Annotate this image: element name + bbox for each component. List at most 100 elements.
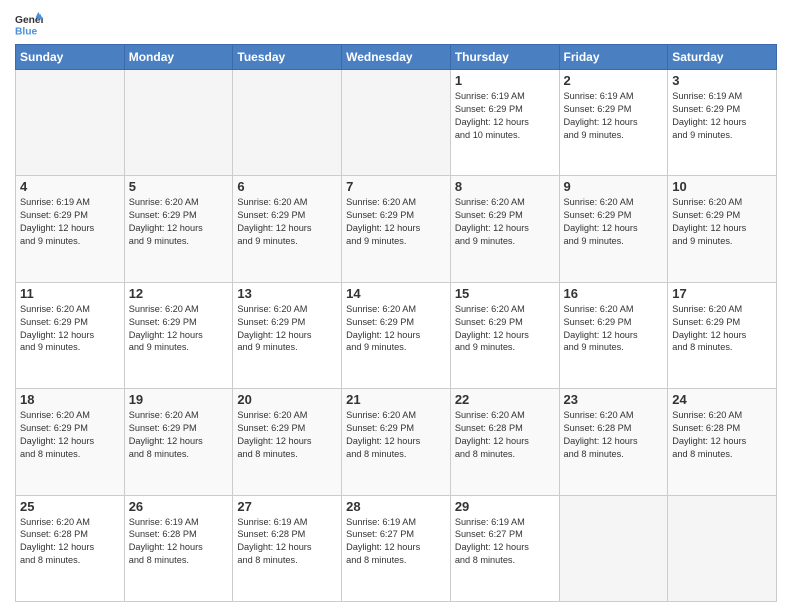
calendar-cell — [16, 70, 125, 176]
day-number: 26 — [129, 499, 229, 514]
calendar-cell: 15 Sunrise: 6:20 AMSunset: 6:29 PMDayligh… — [450, 282, 559, 388]
day-info: Sunrise: 6:20 AMSunset: 6:29 PMDaylight:… — [564, 303, 664, 355]
day-info: Sunrise: 6:20 AMSunset: 6:28 PMDaylight:… — [564, 409, 664, 461]
calendar-header-tuesday: Tuesday — [233, 45, 342, 70]
calendar-cell: 24 Sunrise: 6:20 AMSunset: 6:28 PMDayligh… — [668, 389, 777, 495]
calendar-cell: 7 Sunrise: 6:20 AMSunset: 6:29 PMDaylight… — [342, 176, 451, 282]
calendar-week-1: 1 Sunrise: 6:19 AMSunset: 6:29 PMDaylight… — [16, 70, 777, 176]
calendar-header-sunday: Sunday — [16, 45, 125, 70]
calendar-cell: 17 Sunrise: 6:20 AMSunset: 6:29 PMDayligh… — [668, 282, 777, 388]
calendar-header-row: SundayMondayTuesdayWednesdayThursdayFrid… — [16, 45, 777, 70]
calendar-cell: 13Sunrise: 6:20 AMSunset: 6:29 PMDayligh… — [233, 282, 342, 388]
day-info: Sunrise: 6:20 AMSunset: 6:29 PMDaylight:… — [129, 196, 229, 248]
calendar-cell — [668, 495, 777, 601]
day-number: 18 — [20, 392, 120, 407]
calendar-week-5: 25 Sunrise: 6:20 AMSunset: 6:28 PMDayligh… — [16, 495, 777, 601]
day-number: 28 — [346, 499, 446, 514]
day-number: 1 — [455, 73, 555, 88]
day-number: 15 — [455, 286, 555, 301]
calendar-cell: 20Sunrise: 6:20 AMSunset: 6:29 PMDayligh… — [233, 389, 342, 495]
calendar-cell: 26 Sunrise: 6:19 AMSunset: 6:28 PMDayligh… — [124, 495, 233, 601]
calendar-cell: 12 Sunrise: 6:20 AMSunset: 6:29 PMDayligh… — [124, 282, 233, 388]
calendar-cell — [124, 70, 233, 176]
page: General Blue SundayMondayTuesdayWednesda… — [0, 0, 792, 612]
day-info: Sunrise: 6:20 AMSunset: 6:28 PMDaylight:… — [20, 516, 120, 568]
day-number: 19 — [129, 392, 229, 407]
day-info: Sunrise: 6:20 AMSunset: 6:28 PMDaylight:… — [455, 409, 555, 461]
day-number: 20 — [237, 392, 337, 407]
day-info: Sunrise: 6:20 AMSunset: 6:29 PMDaylight:… — [455, 196, 555, 248]
day-info: Sunrise: 6:20 AMSunset: 6:29 PMDaylight:… — [672, 196, 772, 248]
day-number: 22 — [455, 392, 555, 407]
day-info: Sunrise: 6:20 AMSunset: 6:29 PMDaylight:… — [20, 409, 120, 461]
calendar-cell: 18 Sunrise: 6:20 AMSunset: 6:29 PMDayligh… — [16, 389, 125, 495]
day-number: 17 — [672, 286, 772, 301]
day-number: 5 — [129, 179, 229, 194]
day-info: Sunrise: 6:19 AMSunset: 6:29 PMDaylight:… — [20, 196, 120, 248]
calendar-cell: 10Sunrise: 6:20 AMSunset: 6:29 PMDayligh… — [668, 176, 777, 282]
day-info: Sunrise: 6:19 AMSunset: 6:28 PMDaylight:… — [237, 516, 337, 568]
calendar-cell: 14 Sunrise: 6:20 AMSunset: 6:29 PMDayligh… — [342, 282, 451, 388]
calendar-cell: 16 Sunrise: 6:20 AMSunset: 6:29 PMDayligh… — [559, 282, 668, 388]
day-number: 25 — [20, 499, 120, 514]
day-number: 2 — [564, 73, 664, 88]
calendar-cell: 1Sunrise: 6:19 AMSunset: 6:29 PMDaylight… — [450, 70, 559, 176]
calendar-cell: 9 Sunrise: 6:20 AMSunset: 6:29 PMDaylight… — [559, 176, 668, 282]
day-info: Sunrise: 6:19 AMSunset: 6:29 PMDaylight:… — [564, 90, 664, 142]
day-number: 23 — [564, 392, 664, 407]
calendar-cell: 19 Sunrise: 6:20 AMSunset: 6:29 PMDayligh… — [124, 389, 233, 495]
day-info: Sunrise: 6:20 AMSunset: 6:29 PMDaylight:… — [20, 303, 120, 355]
day-number: 24 — [672, 392, 772, 407]
day-info: Sunrise: 6:19 AMSunset: 6:28 PMDaylight:… — [129, 516, 229, 568]
calendar-cell: 4 Sunrise: 6:19 AMSunset: 6:29 PMDaylight… — [16, 176, 125, 282]
calendar-cell — [342, 70, 451, 176]
calendar-cell: 23 Sunrise: 6:20 AMSunset: 6:28 PMDayligh… — [559, 389, 668, 495]
logo: General Blue — [15, 10, 49, 38]
day-info: Sunrise: 6:20 AMSunset: 6:29 PMDaylight:… — [237, 303, 337, 355]
day-info: Sunrise: 6:19 AMSunset: 6:27 PMDaylight:… — [455, 516, 555, 568]
day-number: 4 — [20, 179, 120, 194]
calendar-cell: 25 Sunrise: 6:20 AMSunset: 6:28 PMDayligh… — [16, 495, 125, 601]
day-info: Sunrise: 6:19 AMSunset: 6:29 PMDaylight:… — [672, 90, 772, 142]
calendar-cell — [559, 495, 668, 601]
day-info: Sunrise: 6:20 AMSunset: 6:28 PMDaylight:… — [672, 409, 772, 461]
day-info: Sunrise: 6:20 AMSunset: 6:29 PMDaylight:… — [346, 409, 446, 461]
day-info: Sunrise: 6:20 AMSunset: 6:29 PMDaylight:… — [129, 409, 229, 461]
calendar-header-saturday: Saturday — [668, 45, 777, 70]
calendar-week-2: 4 Sunrise: 6:19 AMSunset: 6:29 PMDaylight… — [16, 176, 777, 282]
day-info: Sunrise: 6:20 AMSunset: 6:29 PMDaylight:… — [455, 303, 555, 355]
calendar-header-friday: Friday — [559, 45, 668, 70]
calendar-week-4: 18 Sunrise: 6:20 AMSunset: 6:29 PMDayligh… — [16, 389, 777, 495]
day-info: Sunrise: 6:20 AMSunset: 6:29 PMDaylight:… — [564, 196, 664, 248]
day-info: Sunrise: 6:20 AMSunset: 6:29 PMDaylight:… — [346, 196, 446, 248]
svg-text:Blue: Blue — [15, 26, 38, 37]
header: General Blue — [15, 10, 777, 38]
day-info: Sunrise: 6:20 AMSunset: 6:29 PMDaylight:… — [129, 303, 229, 355]
day-info: Sunrise: 6:20 AMSunset: 6:29 PMDaylight:… — [237, 196, 337, 248]
calendar-cell: 8 Sunrise: 6:20 AMSunset: 6:29 PMDaylight… — [450, 176, 559, 282]
day-number: 29 — [455, 499, 555, 514]
calendar-table: SundayMondayTuesdayWednesdayThursdayFrid… — [15, 44, 777, 602]
day-number: 7 — [346, 179, 446, 194]
calendar-cell: 11 Sunrise: 6:20 AMSunset: 6:29 PMDayligh… — [16, 282, 125, 388]
calendar-cell: 3 Sunrise: 6:19 AMSunset: 6:29 PMDaylight… — [668, 70, 777, 176]
calendar-cell: 22 Sunrise: 6:20 AMSunset: 6:28 PMDayligh… — [450, 389, 559, 495]
logo-icon: General Blue — [15, 10, 43, 38]
day-number: 12 — [129, 286, 229, 301]
calendar-cell: 6 Sunrise: 6:20 AMSunset: 6:29 PMDaylight… — [233, 176, 342, 282]
day-info: Sunrise: 6:20 AMSunset: 6:29 PMDaylight:… — [672, 303, 772, 355]
day-number: 11 — [20, 286, 120, 301]
day-info: Sunrise: 6:20 AMSunset: 6:29 PMDaylight:… — [346, 303, 446, 355]
day-number: 16 — [564, 286, 664, 301]
day-number: 27 — [237, 499, 337, 514]
calendar-week-3: 11 Sunrise: 6:20 AMSunset: 6:29 PMDayligh… — [16, 282, 777, 388]
day-number: 6 — [237, 179, 337, 194]
calendar-cell: 21Sunrise: 6:20 AMSunset: 6:29 PMDayligh… — [342, 389, 451, 495]
day-number: 3 — [672, 73, 772, 88]
day-number: 9 — [564, 179, 664, 194]
day-number: 8 — [455, 179, 555, 194]
day-number: 14 — [346, 286, 446, 301]
calendar-cell: 27 Sunrise: 6:19 AMSunset: 6:28 PMDayligh… — [233, 495, 342, 601]
day-info: Sunrise: 6:19 AMSunset: 6:27 PMDaylight:… — [346, 516, 446, 568]
calendar-cell — [233, 70, 342, 176]
